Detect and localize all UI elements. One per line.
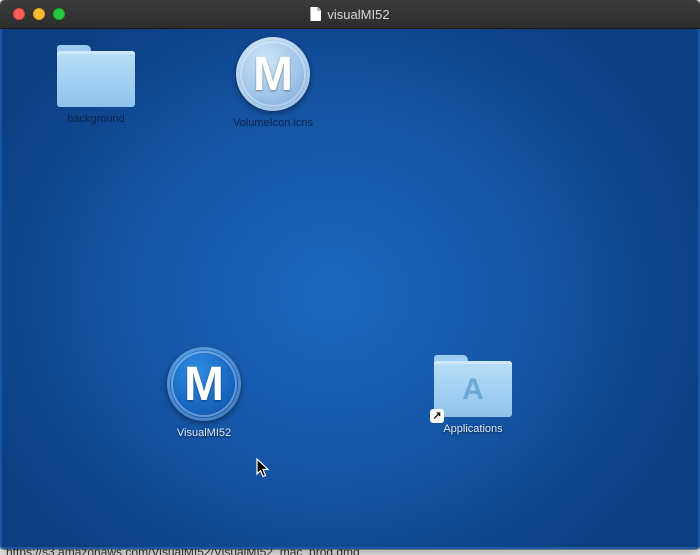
close-button[interactable] [13,8,25,20]
applications-folder-icon: A ↗ [430,355,512,423]
zoom-button[interactable] [53,8,65,20]
minimize-button[interactable] [33,8,45,20]
background-folder-label: background [67,113,125,125]
title-bar[interactable]: visualMI52 [0,0,700,29]
visualmi52-app-item[interactable]: M VisualMI52 [134,347,274,439]
app-store-glyph-icon: A [462,373,484,406]
applications-alias-item[interactable]: A ↗ Applications [403,355,543,435]
volume-icon-item[interactable]: M VolumeIcon.icns [203,37,343,129]
visualmi52-app-label: VisualMI52 [176,427,232,439]
window-title: visualMI52 [327,6,390,22]
mouse-cursor-icon [256,458,270,478]
alias-arrow-icon: ↗ [430,409,444,423]
screen: https://s3.amazonaws.com/VisualMI52/Visu… [0,0,700,555]
folder-icon [57,45,135,107]
document-icon [310,7,322,21]
m-logo-icon: M [236,37,310,111]
finder-window: visualMI52 background M VolumeIcon.icns [0,0,700,549]
window-title-group: visualMI52 [310,6,390,22]
m-logo-icon: M [167,347,241,421]
dmg-content-area: background M VolumeIcon.icns M VisualMI5… [2,29,698,547]
background-folder-item[interactable]: background [26,45,166,125]
volume-icon-label: VolumeIcon.icns [232,117,314,129]
applications-label: Applications [443,423,503,435]
